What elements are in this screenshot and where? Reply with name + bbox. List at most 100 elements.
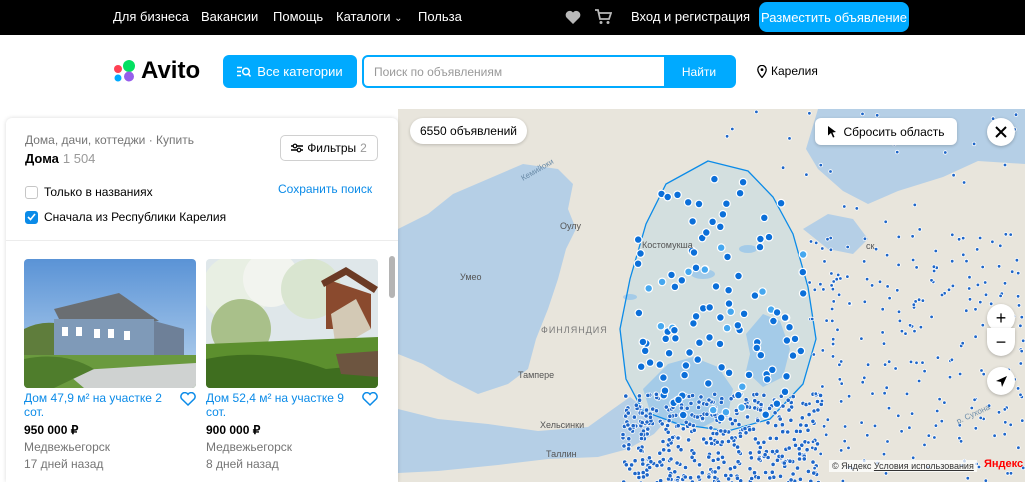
listing-marker[interactable]	[824, 432, 829, 437]
listing-marker[interactable]	[712, 474, 718, 481]
listing-marker[interactable]	[722, 199, 731, 209]
listing-marker[interactable]	[961, 180, 967, 185]
listing-marker[interactable]	[706, 454, 712, 460]
listing-marker[interactable]	[978, 415, 983, 421]
listing-marker[interactable]	[1020, 418, 1025, 423]
listing-marker[interactable]	[691, 427, 697, 433]
listing-marker[interactable]	[811, 470, 817, 476]
listing-marker[interactable]	[762, 452, 768, 458]
listing-marker[interactable]	[922, 368, 927, 374]
listing-marker[interactable]	[633, 235, 643, 245]
listing-marker[interactable]	[633, 259, 643, 269]
listing-marker[interactable]	[728, 396, 734, 402]
listing-marker[interactable]	[738, 177, 748, 187]
listing-marker[interactable]	[710, 457, 716, 464]
listing-marker[interactable]	[706, 397, 712, 403]
listing-marker[interactable]	[626, 446, 632, 452]
nav-benefit[interactable]: Польза	[418, 9, 462, 24]
listing-marker[interactable]	[975, 247, 980, 252]
listing-marker[interactable]	[682, 464, 689, 471]
heart-icon[interactable]	[565, 10, 581, 28]
listing-marker[interactable]	[694, 414, 700, 420]
listing-marker[interactable]	[682, 474, 688, 480]
listing-marker[interactable]	[630, 423, 636, 429]
listing-marker[interactable]	[755, 242, 765, 252]
listing-marker[interactable]	[664, 348, 674, 358]
listing-marker[interactable]	[957, 435, 962, 441]
listing-marker[interactable]	[946, 287, 952, 292]
listing-marker[interactable]	[847, 301, 852, 306]
listing-marker[interactable]	[1003, 420, 1008, 425]
listing-marker[interactable]	[798, 267, 808, 277]
listing-marker[interactable]	[689, 392, 696, 399]
zoom-out-button[interactable]: −	[987, 328, 1015, 356]
listing-marker[interactable]	[989, 301, 994, 306]
listing-marker[interactable]	[781, 460, 787, 466]
listing-marker[interactable]	[932, 435, 937, 440]
listing-marker[interactable]	[818, 162, 823, 168]
listing-marker[interactable]	[1016, 270, 1021, 276]
listing-marker[interactable]	[636, 362, 646, 372]
listing-marker[interactable]	[780, 313, 790, 323]
listing-marker[interactable]	[638, 447, 644, 454]
listing-marker[interactable]	[777, 416, 783, 422]
listing-marker[interactable]	[685, 437, 692, 443]
listing-marker[interactable]	[660, 386, 670, 396]
listing-marker[interactable]	[933, 248, 938, 254]
listing-marker[interactable]	[896, 262, 901, 268]
listing-marker[interactable]	[625, 410, 631, 416]
listing-marker[interactable]	[636, 249, 645, 258]
listing-marker[interactable]	[672, 469, 678, 475]
listing-marker[interactable]	[929, 314, 934, 320]
listing-marker[interactable]	[798, 250, 808, 259]
listing-title[interactable]: Дом 52,4 м² на участке 9 сот.	[206, 391, 356, 419]
listing-marker[interactable]	[653, 408, 660, 414]
region-selector[interactable]: Карелия	[757, 64, 818, 78]
listing-marker[interactable]	[716, 243, 726, 253]
listing-marker[interactable]	[704, 401, 710, 407]
listing-marker[interactable]	[1021, 338, 1025, 343]
listing-marker[interactable]	[810, 439, 816, 444]
listing-marker[interactable]	[875, 113, 880, 118]
listing-marker[interactable]	[870, 391, 875, 396]
listing-marker[interactable]	[859, 336, 864, 341]
listing-marker[interactable]	[710, 174, 719, 184]
listing-marker[interactable]	[732, 417, 738, 424]
listing-marker[interactable]	[820, 246, 825, 251]
listing-marker[interactable]	[1018, 392, 1023, 397]
listing-marker[interactable]	[814, 398, 821, 405]
listing-marker[interactable]	[1008, 422, 1013, 427]
listing-marker[interactable]	[645, 426, 651, 432]
listing-marker[interactable]	[845, 274, 850, 279]
listing-title[interactable]: Дом 47,9 м² на участке 2 сот.	[24, 391, 174, 419]
listing-marker[interactable]	[701, 228, 711, 237]
listing-marker[interactable]	[956, 237, 962, 242]
nav-business[interactable]: Для бизнеса	[113, 9, 189, 24]
listing-marker[interactable]	[640, 474, 647, 480]
save-search-link[interactable]: Сохранить поиск	[278, 182, 372, 196]
listing-marker[interactable]	[908, 359, 914, 365]
listing-marker[interactable]	[973, 307, 978, 312]
listing-marker[interactable]	[939, 292, 945, 298]
listing-marker[interactable]	[798, 288, 808, 298]
listing-marker[interactable]	[864, 276, 870, 282]
listing-marker[interactable]	[810, 445, 815, 450]
listing-marker[interactable]	[657, 277, 667, 287]
listing-marker[interactable]	[884, 385, 889, 390]
listing-marker[interactable]	[782, 371, 791, 381]
listing-marker[interactable]	[796, 446, 802, 452]
listing-marker[interactable]	[734, 390, 743, 400]
listing-marker[interactable]	[754, 391, 760, 397]
listing-marker[interactable]	[961, 235, 966, 241]
listing-marker[interactable]	[687, 475, 694, 481]
listing-marker[interactable]	[803, 422, 809, 429]
listing-marker[interactable]	[711, 281, 721, 291]
listing-marker[interactable]	[916, 297, 922, 302]
listing-marker[interactable]	[773, 422, 779, 429]
listing-marker[interactable]	[812, 287, 817, 292]
listing-marker[interactable]	[756, 456, 762, 462]
listing-marker[interactable]	[779, 422, 785, 428]
listing-marker[interactable]	[666, 417, 672, 424]
listing-marker[interactable]	[723, 472, 729, 478]
listing-marker[interactable]	[708, 217, 718, 227]
